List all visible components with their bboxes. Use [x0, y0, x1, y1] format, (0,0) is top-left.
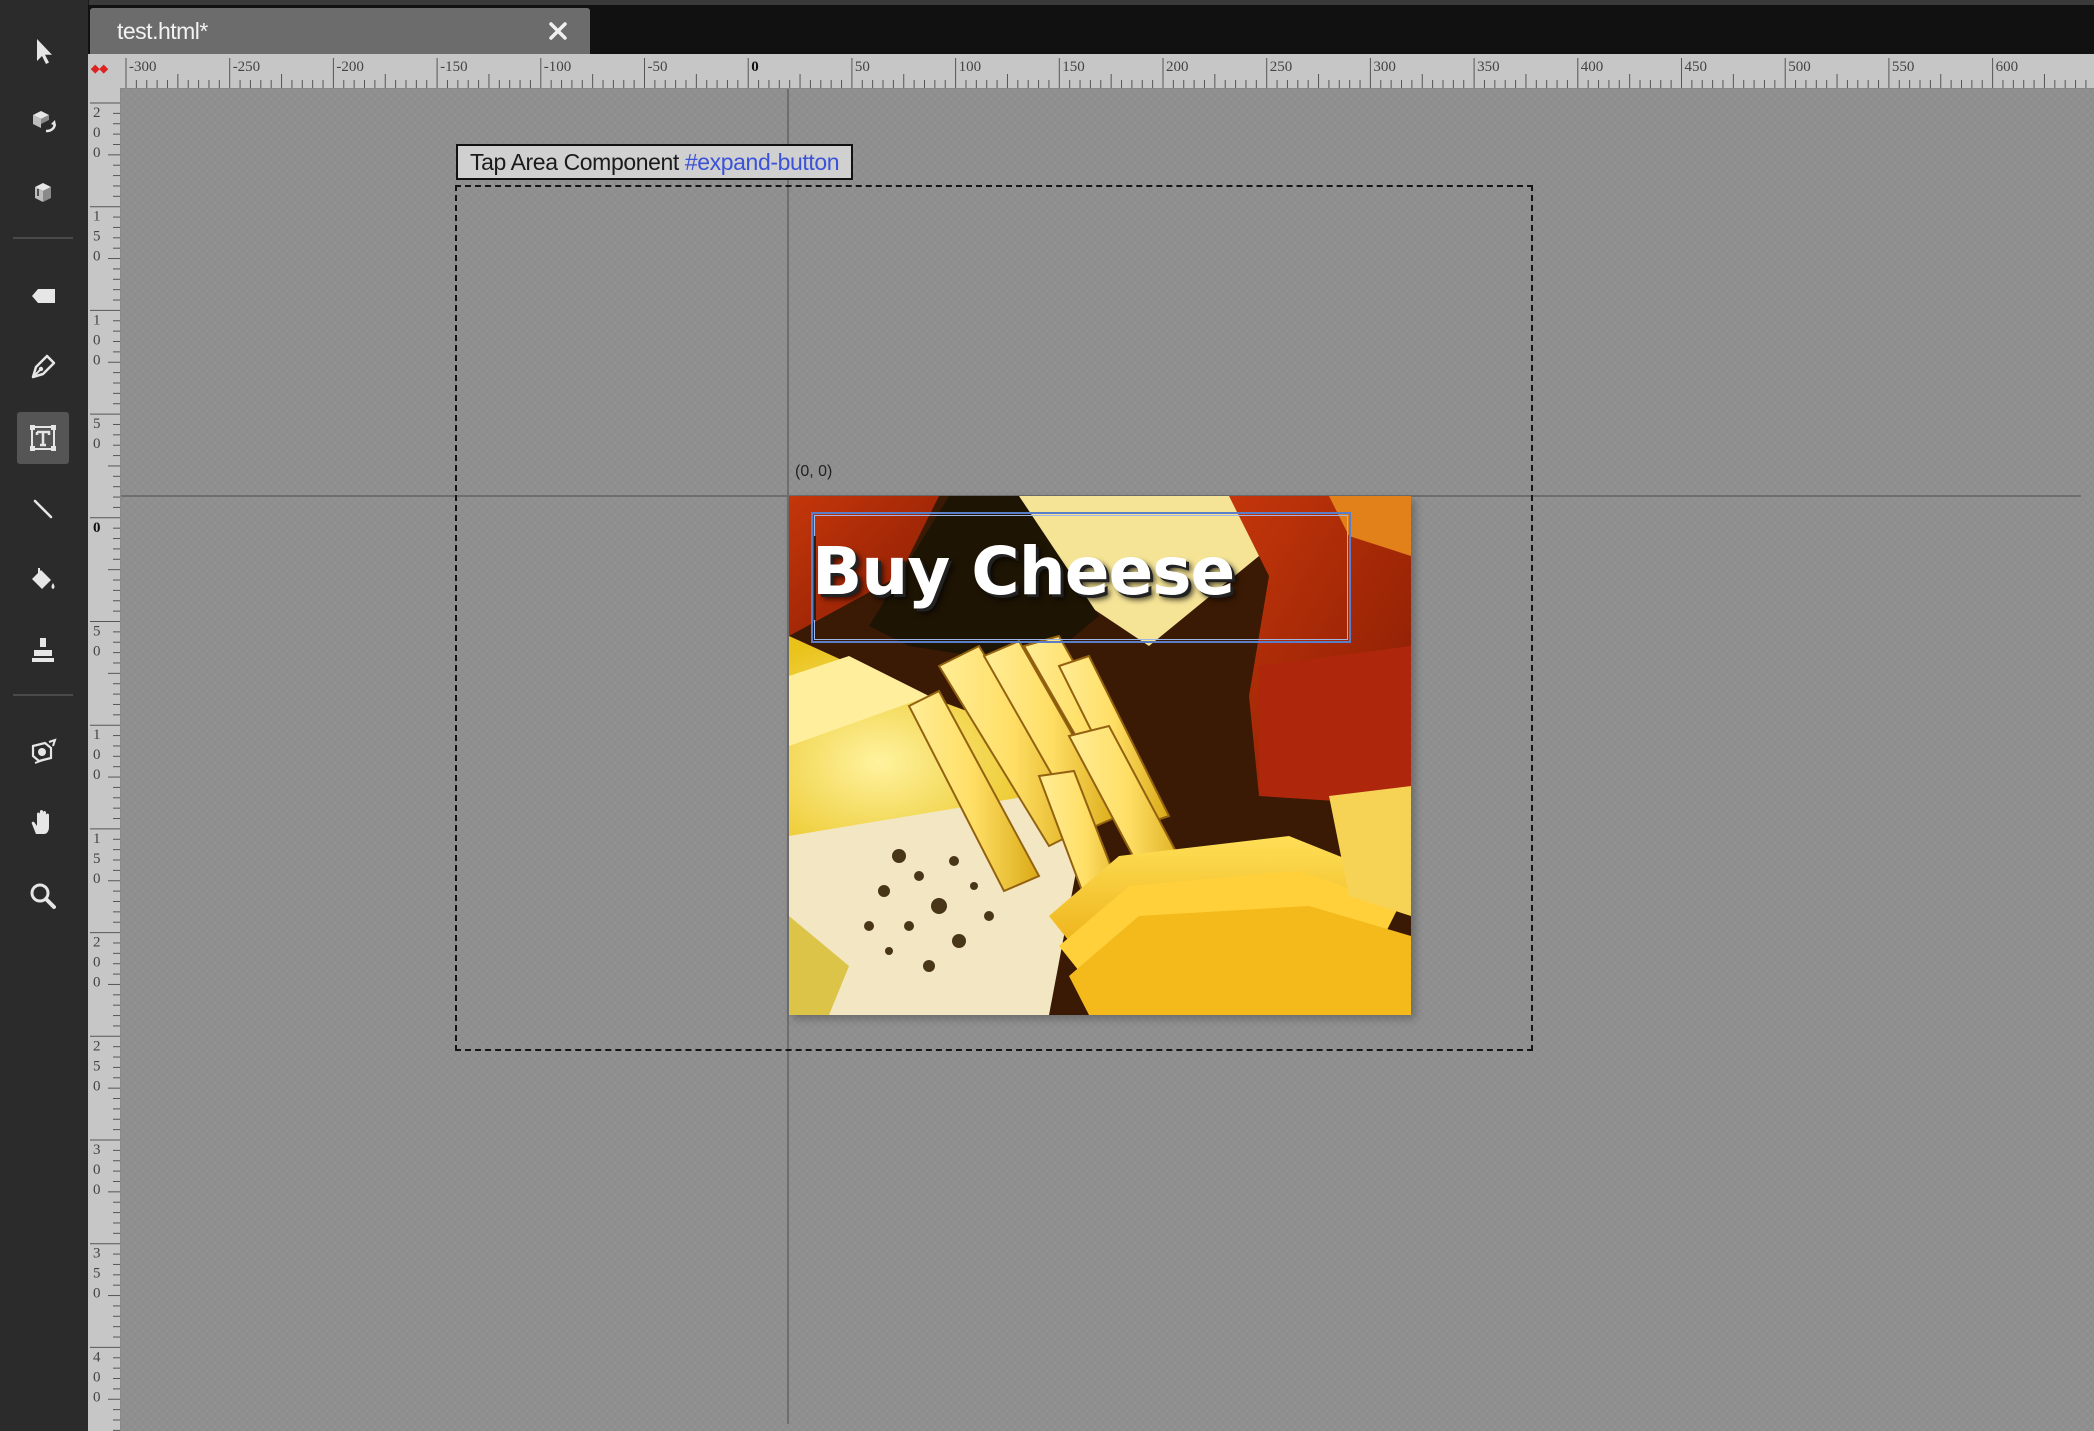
stamp-tool-button[interactable] — [17, 624, 69, 676]
3d-rotate-tool-button[interactable] — [17, 96, 69, 148]
toolbar-divider — [13, 694, 73, 696]
ruler-tick-label: 350 — [1477, 59, 1500, 75]
ad-headline[interactable]: Buy Cheese — [812, 532, 1235, 612]
3d-rotate-icon — [33, 111, 56, 133]
ruler-tick-label: 300 — [93, 1142, 101, 1198]
document-tab-bar: test.html* — [88, 5, 2094, 54]
camera-tool-button[interactable] — [17, 726, 69, 778]
ruler-tick-label: 150 — [1062, 59, 1085, 75]
ruler-tick-label: -50 — [648, 59, 668, 75]
ruler-tick-label: 0 — [751, 59, 759, 75]
select-tool-button[interactable] — [17, 25, 69, 77]
ruler-tick-label: 50 — [93, 416, 101, 452]
zoom-tool-button[interactable] — [17, 870, 69, 922]
camera-icon — [31, 738, 57, 764]
ruler-tick-label: 300 — [1373, 59, 1396, 75]
ruler-tick-label: 250 — [1270, 59, 1293, 75]
app-window: test.html* -300 -250 -200 -150 -100 -50 0 50 100… — [0, 0, 2094, 1431]
ruler-tick-label: -300 — [129, 59, 157, 75]
horizontal-ruler[interactable]: -300 -250 -200 -150 -100 -50 0 50 100 150 200 250 30… — [88, 54, 2094, 89]
text-tool-button[interactable] — [17, 412, 69, 464]
3d-translate-tool-button[interactable] — [17, 167, 69, 219]
origin-label: (0, 0) — [795, 463, 833, 480]
3d-translate-icon — [35, 183, 51, 202]
ruler-tick-label: 450 — [1685, 59, 1708, 75]
ruler-tick-label: 150 — [93, 831, 101, 887]
paint-bucket-icon — [32, 568, 55, 589]
hand-icon — [31, 810, 49, 834]
eraser-icon — [32, 289, 55, 303]
document-tab[interactable]: test.html* — [90, 8, 590, 54]
ruler-tick-label: 50 — [93, 624, 101, 660]
select-arrow-icon — [37, 39, 52, 64]
ruler-tick-label: 100 — [959, 59, 982, 75]
ruler-tick-label: 200 — [1166, 59, 1189, 75]
vertical-ruler-ticks: 2 0 0 1 5 0 1 0 0 5 0 0 5 0 1 0 0 1 5 0 2 0 0 2 5 0 3 0 0 3 5 0 4 0 0 — [90, 102, 120, 1431]
hand-tool-button[interactable] — [17, 797, 69, 849]
vertical-ruler[interactable]: 200 150 100 50 0 50 100 150 200 250 300 350 400 — [88, 88, 121, 1431]
tap-area-id: #expand-button — [684, 149, 840, 175]
ruler-corner[interactable]: ◆◆ — [88, 54, 120, 88]
ruler-tick-label: 150 — [93, 209, 101, 265]
ruler-tick-label: 50 — [855, 59, 870, 75]
design-canvas[interactable]: Tap Area Component #expand-button (0, 0) — [121, 89, 2094, 1431]
text-caret — [814, 536, 816, 620]
ruler-tick-label: 400 — [93, 1349, 101, 1405]
ruler-tick-label: 250 — [93, 1038, 101, 1094]
line-tool-icon — [33, 499, 53, 519]
paint-bucket-tool-button[interactable] — [17, 554, 69, 606]
ruler-tick-label: 100 — [93, 727, 101, 783]
ruler-tick-label: 350 — [93, 1246, 101, 1302]
tap-area-label: Tap Area Component #expand-button — [456, 144, 854, 180]
zoom-icon — [30, 883, 56, 909]
tap-area-label-text: Tap Area Component — [470, 149, 679, 175]
text-tool-icon — [30, 425, 56, 451]
ruler-tick-label: 0 — [93, 520, 101, 536]
tool-palette — [0, 0, 89, 1431]
ruler-tick-label: 500 — [1788, 59, 1811, 75]
toolbar-divider — [13, 237, 73, 239]
tab-title: test.html* — [117, 18, 208, 44]
ruler-tick-label: 600 — [1996, 59, 2019, 75]
ruler-tick-label: -200 — [336, 59, 364, 75]
eraser-tool-button[interactable] — [17, 270, 69, 322]
pen-tool-button[interactable] — [17, 340, 69, 392]
stamp-icon — [32, 638, 54, 662]
horizontal-ruler-ticks: -300 -250 -200 -150 -100 -50 0 50 100 150 200 250 30… — [125, 58, 2087, 88]
ruler-tick-label: -150 — [440, 59, 468, 75]
ruler-tick-label: 400 — [1581, 59, 1604, 75]
pen-icon — [31, 354, 56, 379]
ruler-tick-label: 200 — [93, 105, 101, 161]
ruler-origin-marker: ◆◆ — [91, 63, 108, 75]
ruler-tick-label: 550 — [1892, 59, 1915, 75]
ruler-tick-label: -100 — [544, 59, 572, 75]
ruler-tick-label: -250 — [233, 59, 261, 75]
close-icon[interactable] — [546, 19, 570, 43]
line-tool-button[interactable] — [17, 482, 69, 534]
ruler-tick-label: 200 — [93, 935, 101, 991]
ruler-tick-label: 100 — [93, 312, 101, 368]
